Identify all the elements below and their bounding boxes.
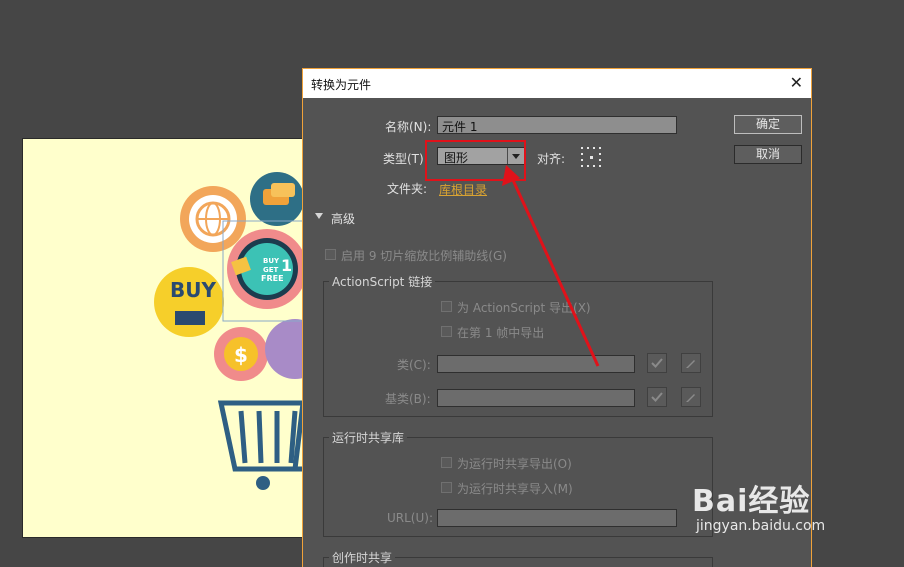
baidu-watermark: Bai经验 jingyan.baidu.com: [692, 470, 862, 550]
watermark-url: jingyan.baidu.com: [696, 518, 826, 534]
watermark-brand: Bai经验: [692, 484, 811, 519]
